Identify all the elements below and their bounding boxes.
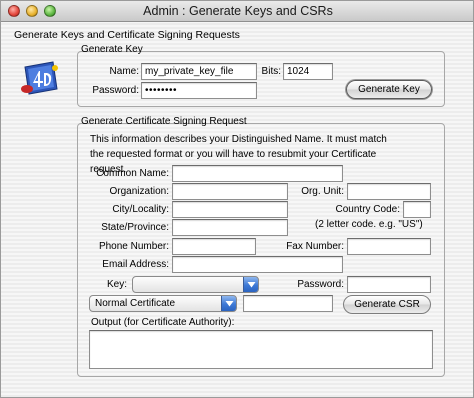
org-unit-field[interactable] xyxy=(347,183,431,200)
fax-field[interactable] xyxy=(347,238,431,255)
certificate-type-value: Normal Certificate xyxy=(95,298,176,309)
certificate-type-arrow-icon xyxy=(221,296,236,311)
fax-label: Fax Number: xyxy=(286,241,344,252)
bits-label: Bits: xyxy=(261,66,281,77)
4d-logo-icon xyxy=(21,61,58,95)
output-textarea[interactable] xyxy=(89,330,433,369)
certificate-extra-field[interactable] xyxy=(243,295,333,312)
phone-field[interactable] xyxy=(172,238,256,255)
key-password-label: Password: xyxy=(92,85,139,96)
organization-field[interactable] xyxy=(172,183,288,200)
country-code-hint: (2 letter code. e.g. "US") xyxy=(315,219,423,230)
city-field[interactable] xyxy=(172,201,288,218)
country-code-field[interactable] xyxy=(403,201,431,218)
app-window: Admin : Generate Keys and CSRs Generate … xyxy=(0,0,474,398)
certificate-type-select[interactable]: Normal Certificate xyxy=(89,295,237,312)
email-label: Email Address: xyxy=(102,259,169,270)
output-label: Output (for Certificate Authority): xyxy=(91,317,235,328)
page-title: Generate Keys and Certificate Signing Re… xyxy=(14,29,240,41)
generate-key-group-title: Generate Key xyxy=(81,44,143,55)
key-select[interactable] xyxy=(132,276,259,293)
common-name-field[interactable] xyxy=(172,165,343,182)
org-unit-label: Org. Unit: xyxy=(301,186,344,197)
state-label: State/Province: xyxy=(101,222,169,233)
generate-key-button[interactable]: Generate Key xyxy=(346,80,432,99)
organization-label: Organization: xyxy=(109,186,169,197)
city-label: City/Locality: xyxy=(112,204,169,215)
csr-password-label: Password: xyxy=(297,279,344,290)
csr-group-title: Generate Certificate Signing Request xyxy=(81,116,247,127)
key-name-field[interactable]: my_private_key_file xyxy=(141,63,257,80)
key-name-label: Name: xyxy=(109,66,139,77)
csr-password-field[interactable] xyxy=(347,276,431,293)
generate-csr-button[interactable]: Generate CSR xyxy=(343,295,431,314)
key-password-field[interactable]: •••••••• xyxy=(141,82,257,99)
title-bar[interactable]: Admin : Generate Keys and CSRs xyxy=(1,1,473,22)
key-select-label: Key: xyxy=(106,279,127,290)
common-name-label: Common Name: xyxy=(96,168,169,179)
bits-field[interactable]: 1024 xyxy=(283,63,333,80)
state-field[interactable] xyxy=(172,219,288,236)
email-field[interactable] xyxy=(172,256,343,273)
country-code-label: Country Code: xyxy=(335,204,400,215)
key-select-arrow-icon xyxy=(243,277,258,292)
phone-label: Phone Number: xyxy=(98,241,169,252)
window-title: Admin : Generate Keys and CSRs xyxy=(143,4,333,18)
